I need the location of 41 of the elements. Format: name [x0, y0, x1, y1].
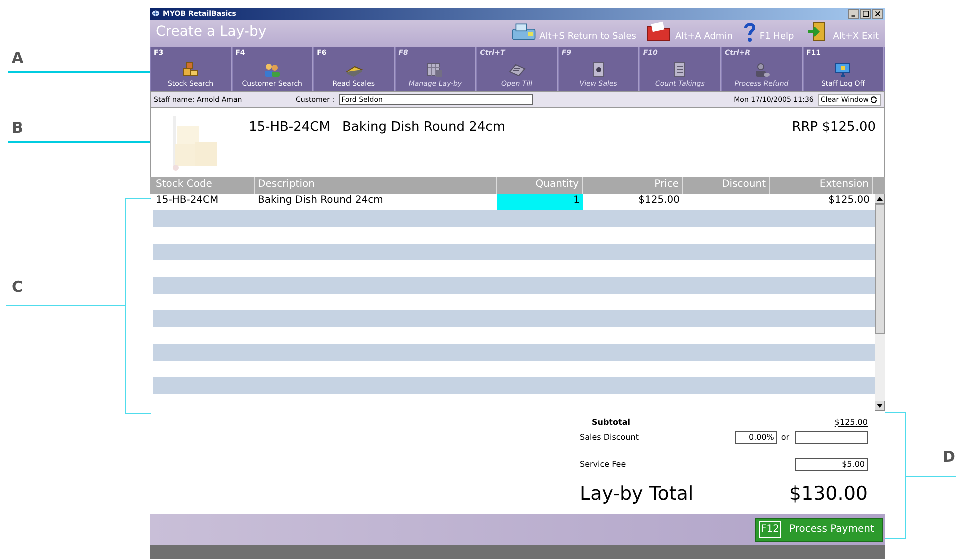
app-icon [152, 10, 160, 18]
scroll-down-arrow-icon[interactable] [875, 400, 885, 411]
callout-label: A [12, 49, 24, 67]
product-rrp: RRP $125.00 [792, 120, 876, 136]
lay-by-total-value: $130.00 [789, 482, 868, 505]
screen-title: Create a Lay-by [155, 22, 268, 42]
scrollbar[interactable] [875, 194, 885, 411]
discount-percent-field[interactable]: 0.00% [735, 430, 778, 444]
folder-icon [646, 20, 672, 43]
scroll-up-arrow-icon[interactable] [875, 194, 885, 204]
discount-amount-field[interactable] [795, 430, 868, 444]
lay-by-total-label: Lay-by Total [580, 482, 694, 505]
minimize-button[interactable] [848, 8, 859, 19]
subtotal-label: Subtotal [591, 418, 632, 427]
calendar-icon [426, 62, 444, 78]
maximize-icon [862, 10, 868, 17]
callout-label: D [943, 448, 956, 466]
close-icon [874, 10, 880, 17]
close-button[interactable] [872, 8, 883, 19]
service-fee-field[interactable]: $5.00 [795, 458, 868, 471]
process-payment-button[interactable]: F12 Process Payment [755, 518, 883, 542]
people-icon [263, 62, 282, 78]
callout-label: B [12, 119, 24, 137]
boxes-icon [182, 62, 200, 78]
monitor-icon [834, 62, 852, 78]
table-cell-text: 15-HB-24CM [155, 194, 220, 208]
table-cell-text: $125.00 [828, 194, 871, 208]
sales-discount-label: Sales Discount [580, 432, 640, 442]
refresh-icon [870, 96, 878, 104]
table-cell-text: Baking Dish Round 24cm [257, 194, 384, 208]
subtotal-value: $125.00 [834, 418, 868, 427]
callout-label: C [12, 278, 24, 296]
product-description: Baking Dish Round 24cm [342, 120, 506, 136]
product-code: 15-HB-24CM [249, 120, 330, 136]
quantity-cell[interactable]: 1 [497, 194, 583, 210]
table-cell-text: $125.00 [638, 194, 681, 208]
service-fee-label: Service Fee [580, 460, 628, 469]
help-icon [742, 20, 757, 43]
till-icon [508, 62, 526, 78]
maximize-button[interactable] [860, 8, 871, 19]
or-label: or [781, 432, 790, 442]
